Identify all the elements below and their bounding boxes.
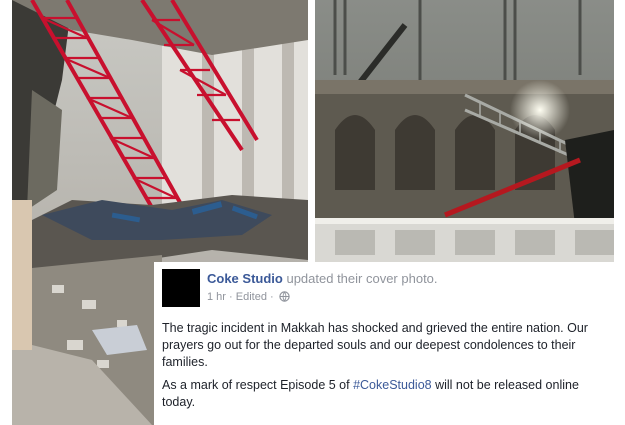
timestamp[interactable]: 1 hr: [207, 291, 226, 303]
post-paragraph-1: The tragic incident in Makkah has shocke…: [162, 321, 588, 369]
post-action: updated their cover photo.: [286, 271, 438, 286]
author-link[interactable]: Coke Studio: [207, 271, 283, 286]
meta-separator: ·: [270, 291, 274, 303]
post-body: The tragic incident in Makkah has shocke…: [162, 320, 614, 417]
post-paragraph-2: As a mark of respect Episode 5 of #CokeS…: [162, 377, 614, 411]
crane-collapse-image-right: [315, 0, 614, 262]
facebook-post-card: Coke Studio updated their cover photo. 1…: [154, 262, 625, 425]
paragraph-2-text-start: As a mark of respect Episode 5 of: [162, 378, 354, 392]
globe-icon[interactable]: [279, 291, 290, 305]
meta-separator: ·: [229, 291, 233, 303]
photo-divider: [308, 0, 315, 262]
hashtag-link[interactable]: #CokeStudio8: [353, 378, 432, 392]
cover-photo-right[interactable]: [315, 0, 614, 262]
post-meta: 1 hr · Edited ·: [207, 291, 290, 305]
post-header: Coke Studio updated their cover photo.: [207, 271, 438, 286]
page-avatar[interactable]: [162, 269, 200, 307]
edited-label[interactable]: Edited: [236, 291, 267, 303]
